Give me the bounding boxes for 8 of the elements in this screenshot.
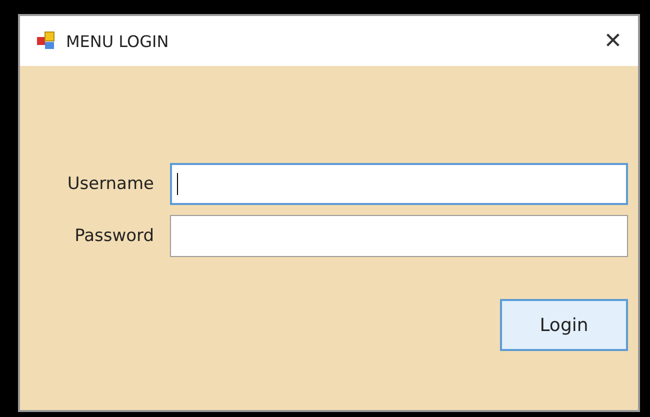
field-label: Password (74, 226, 155, 246)
input-field[interactable] (170, 215, 628, 257)
app-icon (36, 31, 56, 51)
field-label: Username (66, 174, 155, 194)
close-button[interactable]: ✕ (588, 21, 638, 61)
login-button[interactable]: Login (500, 299, 628, 351)
window-title: MENU LOGIN (66, 32, 170, 50)
input-field[interactable] (170, 163, 628, 205)
